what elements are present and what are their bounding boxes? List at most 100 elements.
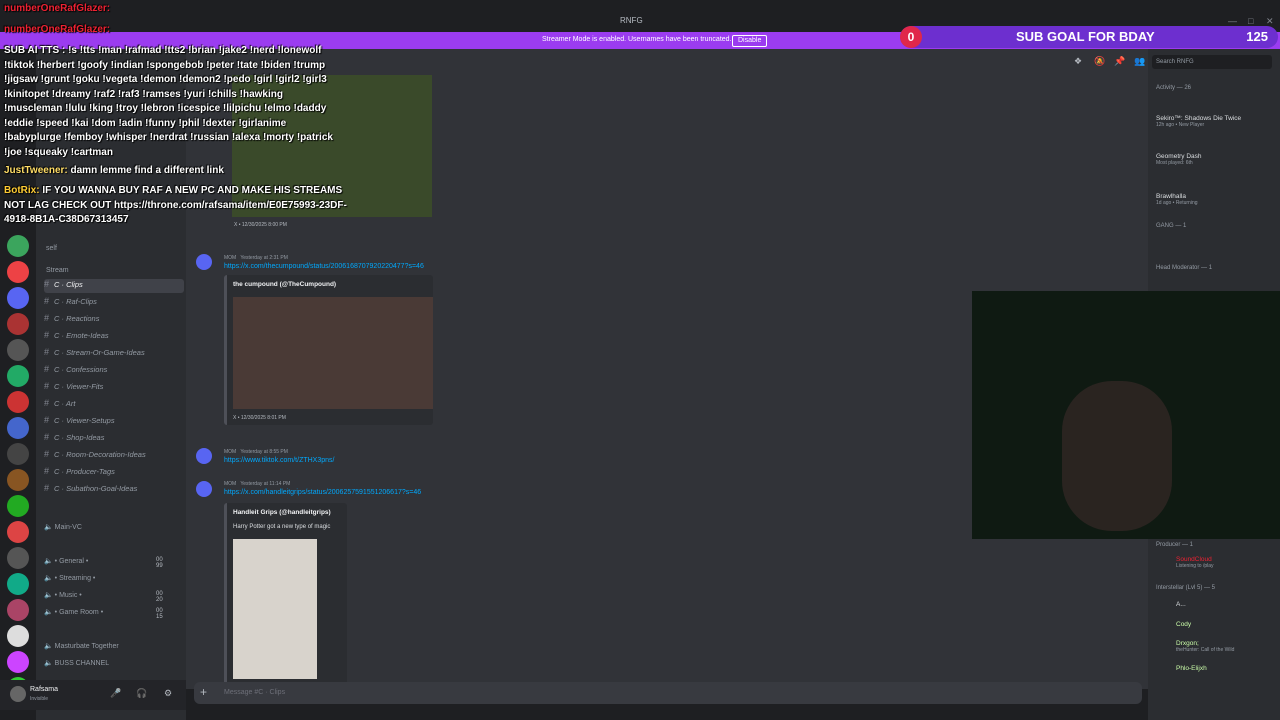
channel-viewer-fits[interactable]: # C · Viewer-Fits	[44, 381, 184, 395]
channel-raf-clips[interactable]: # C · Raf-Clips	[44, 296, 184, 310]
server-icon[interactable]	[7, 651, 29, 673]
channel-room-decoration-ideas[interactable]: # C · Room-Decoration-Ideas	[44, 449, 184, 463]
category-stream[interactable]: Stream	[46, 267, 69, 274]
member-item[interactable]: Phlo-Elijxh	[1176, 665, 1207, 672]
member-item[interactable]: Drxgon; theHunter: Call of the Wild	[1176, 640, 1234, 653]
server-icon[interactable]	[7, 313, 29, 335]
embed-image[interactable]	[233, 539, 317, 679]
member-detail: Listening to /play	[1176, 563, 1214, 569]
channel-label: C · Viewer-Setups	[54, 416, 115, 425]
channel-stream-or-game-ideas[interactable]: # C · Stream-Or-Game-Ideas	[44, 347, 184, 361]
role-tag: MOM	[224, 481, 237, 487]
member-item[interactable]: A...	[1176, 601, 1186, 608]
message-link[interactable]: https://www.tiktok.com/t/ZTHX3pns/	[224, 457, 334, 464]
members-icon[interactable]: 👥	[1134, 56, 1145, 67]
voice-channel-masturbate-together[interactable]: 🔈 Masturbate Together	[44, 642, 119, 650]
channel-shop-ideas[interactable]: # C · Shop-Ideas	[44, 432, 184, 446]
server-icon[interactable]	[7, 365, 29, 387]
embed-title[interactable]: the cumpound (@TheCumpound)	[233, 281, 336, 288]
message-header: MOM Yesterday at 11:14 PM	[224, 481, 290, 487]
disable-streamer-mode-button[interactable]: Disable	[732, 35, 768, 47]
add-attachment-icon[interactable]: +	[200, 685, 207, 699]
channel-label: C · Art	[54, 399, 76, 408]
channel-reactions[interactable]: # C · Reactions	[44, 313, 184, 327]
channel-viewer-setups[interactable]: # C · Viewer-Setups	[44, 415, 184, 429]
chat-line: JustTweener: damn lemme find a different…	[4, 165, 224, 176]
server-icon[interactable]	[7, 287, 29, 309]
avatar[interactable]	[10, 686, 26, 702]
speaker-icon: 🔈	[44, 609, 53, 616]
member-name: Drxgon;	[1176, 640, 1199, 647]
channel-clips[interactable]: # C · Clips	[44, 279, 184, 293]
server-icon[interactable]	[7, 469, 29, 491]
hash-icon: #	[44, 415, 50, 425]
speaker-icon: 🔈	[44, 558, 53, 565]
microphone-icon[interactable]: 🎤	[110, 688, 121, 699]
server-icon[interactable]	[7, 339, 29, 361]
speaker-icon: 🔈	[44, 592, 53, 599]
mute-icon[interactable]: 🔕	[1094, 56, 1105, 67]
channel-label: C · Confessions	[54, 365, 108, 374]
server-icon[interactable]	[7, 573, 29, 595]
server-icon[interactable]	[7, 521, 29, 543]
voice-user-count: 00 15	[156, 608, 163, 620]
hash-icon: #	[44, 364, 50, 374]
member-name: A...	[1176, 601, 1186, 608]
chat-username: BotRix:	[4, 185, 40, 196]
interstellar-header: Interstellar (Lvl 5) — 5	[1156, 585, 1216, 591]
server-icon[interactable]	[7, 625, 29, 647]
server-icon[interactable]	[7, 599, 29, 621]
message-link[interactable]: https://x.com/thecumpound/status/2006168…	[224, 263, 424, 270]
voice-channel-main-vc[interactable]: 🔈 Main-VC	[44, 523, 82, 531]
voice-channel-buss-channel[interactable]: 🔈 BUSS CHANNEL	[44, 659, 109, 667]
avatar[interactable]	[196, 481, 212, 497]
threads-icon[interactable]: ❖	[1074, 56, 1082, 67]
channel-art[interactable]: # C · Art	[44, 398, 184, 412]
message-input-placeholder: Message #C · Clips	[224, 689, 286, 696]
channel-emote-ideas[interactable]: # C · Emote-Ideas	[44, 330, 184, 344]
message-input[interactable]: + Message #C · Clips	[194, 682, 1142, 704]
headphones-icon[interactable]: 🎧	[136, 688, 147, 699]
sub-goal-widget: 0 SUB GOAL FOR BDAY 125	[900, 26, 1278, 48]
member-item[interactable]: Cody	[1176, 621, 1191, 628]
voice-channel-general[interactable]: 🔈 • General • 00 99	[44, 557, 163, 569]
server-icon[interactable]	[7, 443, 29, 465]
channel-producer-tags[interactable]: # C · Producer-Tags	[44, 466, 184, 480]
head-moderator-header: Head Moderator — 1	[1156, 265, 1213, 271]
channel-label: C · Shop-Ideas	[54, 433, 105, 442]
chat-username: numberOneRafGlazer:	[4, 24, 111, 35]
hash-icon: #	[44, 466, 50, 476]
activity-item[interactable]: Sekiro™: Shadows Die Twice 12h ago • New …	[1156, 115, 1241, 128]
channel-subathon-goal-ideas[interactable]: # C · Subathon-Goal-Ideas	[44, 483, 184, 497]
activity-item[interactable]: Geometry Dash Most played: 6th	[1156, 153, 1202, 166]
activity-name: Sekiro™: Shadows Die Twice	[1156, 115, 1242, 122]
maximize-icon[interactable]: □	[1248, 16, 1253, 26]
channel-confessions[interactable]: # C · Confessions	[44, 364, 184, 378]
embed-title[interactable]: Handleit Grips (@handleitgrips)	[233, 509, 331, 516]
member-item[interactable]: SoundCloud Listening to /play	[1176, 556, 1214, 569]
hash-icon: #	[44, 432, 50, 442]
server-icon[interactable]	[7, 391, 29, 413]
server-icon[interactable]	[7, 261, 29, 283]
avatar[interactable]	[196, 448, 212, 464]
chat-username: JustTweener:	[4, 165, 68, 176]
activity-item[interactable]: Brawlhalla 1d ago • Returning	[1156, 193, 1198, 206]
voice-channel-streaming[interactable]: 🔈 • Streaming •	[44, 574, 95, 582]
activity-header: Activity — 26	[1156, 85, 1192, 91]
minimize-icon[interactable]: —	[1228, 16, 1237, 26]
server-icon[interactable]	[7, 495, 29, 517]
voice-channel-label: Main-VC	[54, 524, 82, 531]
pin-icon[interactable]: 📌	[1114, 56, 1125, 67]
voice-channel-game-room[interactable]: 🔈 • Game Room • 00 15	[44, 608, 163, 620]
chat-text: damn lemme find a different link	[70, 165, 224, 176]
gear-icon[interactable]: ⚙	[164, 688, 172, 699]
gang-header: GANG — 1	[1156, 223, 1187, 229]
server-icon[interactable]	[7, 417, 29, 439]
search-input[interactable]: Search RNFG	[1152, 55, 1272, 69]
voice-channel-music[interactable]: 🔈 • Music • 00 20	[44, 591, 163, 603]
avatar[interactable]	[196, 254, 212, 270]
server-icon[interactable]	[7, 547, 29, 569]
message-link[interactable]: https://x.com/handleitgrips/status/20062…	[224, 489, 421, 496]
activity-detail: 12h ago • New Player	[1156, 122, 1205, 128]
embed-image[interactable]	[233, 297, 433, 409]
